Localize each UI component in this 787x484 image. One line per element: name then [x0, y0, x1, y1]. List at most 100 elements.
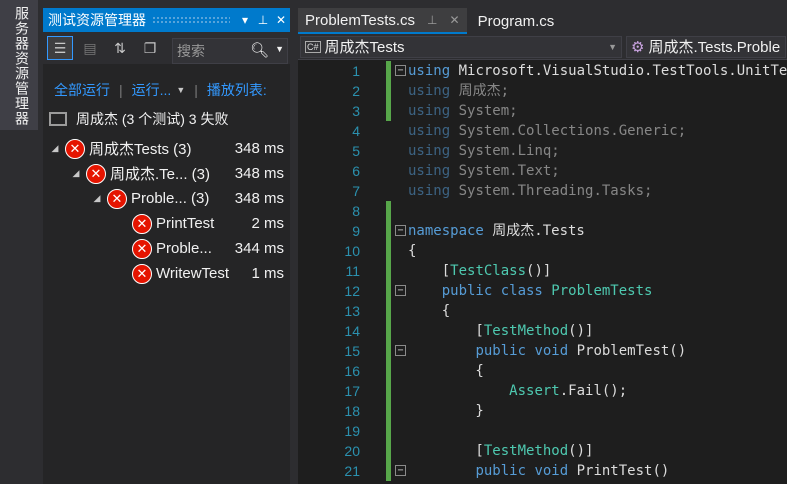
- code-line[interactable]: 12 − public class ProblemTests: [298, 281, 787, 301]
- line-number: 1: [352, 63, 360, 79]
- close-icon[interactable]: ✕: [450, 13, 460, 27]
- tree-item[interactable]: ◢ ✕ 周成杰Tests (3) 348 ms: [43, 136, 290, 161]
- failed-icon: ✕: [107, 188, 127, 209]
- code-line[interactable]: 19: [298, 421, 787, 441]
- change-marker: [386, 241, 391, 261]
- failed-icon: ✕: [132, 213, 152, 234]
- code-text: [TestClass()]: [408, 263, 552, 279]
- code-text: {: [408, 243, 417, 259]
- code-area[interactable]: 1− using Microsoft.VisualStudio.TestTools…: [298, 61, 787, 484]
- run-dropdown-icon[interactable]: ▼: [176, 85, 185, 95]
- copy-icon[interactable]: ❐: [137, 36, 163, 60]
- code-line[interactable]: 10 {: [298, 241, 787, 261]
- panel-title: 测试资源管理器: [48, 12, 146, 28]
- fold-toggle-icon[interactable]: −: [395, 345, 406, 356]
- divider: |: [119, 82, 123, 98]
- run-all-link[interactable]: 全部运行: [54, 80, 110, 100]
- code-text: Assert.Fail();: [509, 383, 628, 399]
- line-number: 14: [344, 323, 360, 339]
- code-line[interactable]: 13 {: [298, 301, 787, 321]
- tree-item[interactable]: ◢ ✕ 周成杰.Te... (3) 348 ms: [43, 161, 290, 186]
- collapse-triangle-icon[interactable]: ◢: [49, 143, 61, 154]
- change-marker: [386, 81, 391, 101]
- run-link[interactable]: 运行...: [132, 80, 172, 100]
- collapse-triangle-icon[interactable]: ◢: [70, 168, 82, 179]
- code-line[interactable]: 20 [TestMethod()]: [298, 441, 787, 461]
- class-icon: ⚙: [631, 38, 645, 56]
- class-dropdown[interactable]: ⚙ 周成杰.Tests.Proble: [626, 35, 786, 58]
- tree-item-duration: 2 ms: [251, 215, 284, 232]
- change-marker: [386, 361, 391, 381]
- change-marker: [386, 321, 391, 341]
- fold-toggle-icon[interactable]: −: [395, 285, 406, 296]
- tab-program[interactable]: Program.cs: [471, 8, 562, 34]
- line-number: 6: [352, 163, 360, 179]
- change-marker: [386, 461, 391, 481]
- tree-item-duration: 1 ms: [251, 265, 284, 282]
- line-number: 10: [344, 243, 360, 259]
- code-text: using System.Threading.Tasks;: [408, 183, 653, 199]
- divider: |: [194, 82, 198, 98]
- code-line[interactable]: 14 [TestMethod()]: [298, 321, 787, 341]
- tab-problemtests[interactable]: ProblemTests.cs ⊥ ✕: [298, 8, 467, 34]
- pin-icon[interactable]: ⊥: [254, 13, 272, 27]
- tree-item[interactable]: ✕ PrintTest 2 ms: [43, 211, 290, 236]
- group-by-icon[interactable]: ☰: [47, 36, 73, 60]
- server-explorer-tab[interactable]: 服务器资源管理器: [0, 0, 38, 130]
- project-dropdown[interactable]: C# 周成杰Tests ▼: [300, 35, 622, 58]
- code-line[interactable]: 9 − namespace 周成杰.Tests: [298, 221, 787, 241]
- close-icon[interactable]: ✕: [272, 13, 290, 27]
- collapse-triangle-icon[interactable]: ◢: [91, 193, 103, 204]
- code-line[interactable]: 5 using System.Linq;: [298, 141, 787, 161]
- code-line[interactable]: 4 using System.Collections.Generic;: [298, 121, 787, 141]
- change-marker: [386, 121, 391, 141]
- fold-toggle-icon[interactable]: −: [395, 65, 406, 76]
- code-line[interactable]: 18 }: [298, 401, 787, 421]
- code-line[interactable]: 15 − public void ProblemTest(): [298, 341, 787, 361]
- line-number: 20: [344, 443, 360, 459]
- tree-item[interactable]: ✕ Proble... 344 ms: [43, 236, 290, 261]
- project-dropdown-label: 周成杰Tests: [324, 39, 405, 56]
- test-summary: 周成杰 (3 个测试) 3 失败: [43, 108, 228, 130]
- tab-label: ProblemTests.cs: [305, 11, 416, 29]
- line-number: 7: [352, 183, 360, 199]
- change-marker: [386, 61, 391, 81]
- pin-icon[interactable]: ⊥: [427, 13, 437, 27]
- line-number: 11: [345, 263, 360, 279]
- code-line[interactable]: 2 using 周成杰;: [298, 81, 787, 101]
- tree-item[interactable]: ◢ ✕ Proble... (3) 348 ms: [43, 186, 290, 211]
- line-number: 9: [352, 223, 360, 239]
- code-line[interactable]: 11 [TestClass()]: [298, 261, 787, 281]
- failed-icon: ✕: [65, 138, 85, 159]
- change-marker: [386, 221, 391, 241]
- code-line[interactable]: 7 using System.Threading.Tasks;: [298, 181, 787, 201]
- code-text: using Microsoft.VisualStudio.TestTools.U…: [408, 63, 787, 79]
- code-line[interactable]: 1 − using Microsoft.VisualStudio.TestTools…: [298, 61, 787, 81]
- fold-toggle-icon[interactable]: −: [395, 465, 406, 476]
- search-icon[interactable]: 🔍︎: [250, 41, 269, 59]
- code-line[interactable]: 17 Assert.Fail();: [298, 381, 787, 401]
- code-line[interactable]: 3 using System;: [298, 101, 787, 121]
- search-dropdown-icon[interactable]: ▼: [275, 44, 284, 54]
- test-explorer-titlebar: 测试资源管理器 ▾ ⊥ ✕: [43, 8, 290, 32]
- change-marker: [386, 101, 391, 121]
- code-line[interactable]: 21 − public void PrintTest(): [298, 461, 787, 481]
- hierarchy-icon[interactable]: ▤: [77, 36, 103, 60]
- drag-grip[interactable]: [152, 16, 230, 24]
- csharp-icon: C#: [305, 40, 321, 53]
- fold-toggle-icon[interactable]: −: [395, 225, 406, 236]
- search-input[interactable]: 搜索 🔍︎ ▼: [172, 38, 288, 64]
- failed-icon: ✕: [86, 163, 106, 184]
- tree-item[interactable]: ✕ WritewTest 1 ms: [43, 261, 290, 286]
- code-line[interactable]: 8: [298, 201, 787, 221]
- playlist-link[interactable]: 播放列表:: [207, 80, 267, 100]
- code-text: [TestMethod()]: [408, 443, 594, 459]
- code-line[interactable]: 16 {: [298, 361, 787, 381]
- change-marker: [386, 181, 391, 201]
- change-marker: [386, 161, 391, 181]
- code-line[interactable]: 6 using System.Text;: [298, 161, 787, 181]
- expand-all-icon[interactable]: ⇅: [107, 36, 133, 60]
- chevron-down-icon[interactable]: ▾: [236, 13, 254, 27]
- code-text: public void PrintTest(): [475, 463, 670, 479]
- code-text: {: [408, 363, 484, 379]
